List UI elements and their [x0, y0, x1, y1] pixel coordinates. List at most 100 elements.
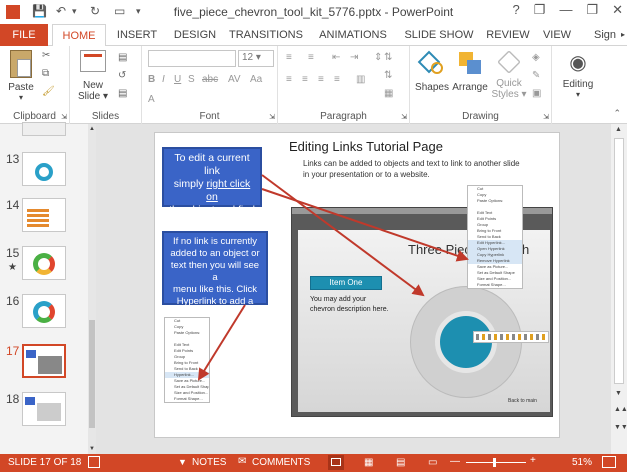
text-direction-icon[interactable]: ⇅	[384, 52, 392, 63]
section-icon[interactable]: ▤	[118, 88, 127, 99]
comments-button[interactable]: COMMENTS	[252, 457, 310, 468]
slide-thumbnail-15[interactable]	[22, 246, 66, 280]
align-center-icon[interactable]: ≡	[302, 74, 308, 85]
slide-thumbnail-13[interactable]	[22, 152, 66, 186]
previous-slide-icon[interactable]: ▲▲	[614, 406, 627, 413]
thumbnail-scroll-thumb[interactable]	[89, 320, 95, 428]
slide-show-icon[interactable]: ▭	[428, 457, 437, 468]
tab-insert[interactable]: INSERT	[110, 24, 164, 46]
columns-icon[interactable]: ▥	[356, 74, 365, 85]
underline-icon[interactable]: U	[174, 74, 181, 85]
tab-review[interactable]: REVIEW	[484, 24, 532, 46]
tab-sign-in[interactable]: Sign	[590, 24, 620, 46]
comments-icon[interactable]: ✉	[238, 456, 246, 467]
slide-thumbnail-14[interactable]	[22, 198, 66, 232]
tab-file[interactable]: FILE	[0, 24, 48, 46]
zoom-slider[interactable]	[466, 462, 526, 463]
paste-button[interactable]: Paste ▾	[6, 50, 36, 102]
font-launcher-icon[interactable]: ⇲	[269, 113, 275, 121]
tab-animations[interactable]: ANIMATIONS	[312, 24, 394, 46]
char-spacing-icon[interactable]: AV	[228, 74, 241, 85]
quick-styles-button[interactable]: Quick Styles ▾	[490, 50, 528, 100]
ribbon-display-icon[interactable]: ❐	[534, 2, 546, 18]
justify-icon[interactable]: ≡	[334, 74, 340, 85]
reset-icon[interactable]: ↺	[118, 70, 126, 81]
copy-icon[interactable]: ⧉	[42, 68, 49, 79]
italic-icon[interactable]: I	[162, 74, 165, 85]
font-color-icon[interactable]: A	[148, 94, 155, 105]
slide-thumbnail-18[interactable]	[22, 392, 66, 426]
slide-thumbnail-12[interactable]	[22, 122, 66, 136]
slide[interactable]: Editing Links Tutorial Page Links can be…	[154, 132, 560, 438]
clipboard-launcher-icon[interactable]: ⇲	[61, 113, 67, 121]
next-slide-icon[interactable]: ▼▼	[614, 424, 627, 431]
zoom-slider-thumb[interactable]	[493, 458, 496, 467]
canvas-scroll-thumb[interactable]	[614, 138, 624, 384]
notes-icon[interactable]: ▼	[178, 457, 187, 467]
tab-design[interactable]: DESIGN	[168, 24, 222, 46]
shape-fill-icon[interactable]: ◈	[532, 52, 540, 63]
font-size-field[interactable]: 12 ▾	[238, 50, 274, 67]
clipboard-group: Paste ▾ ✂ ⧉ 🖌 Clipboard ⇲	[0, 46, 70, 124]
normal-view-icon[interactable]	[328, 455, 344, 470]
editing-button[interactable]: ◉ Editing ▾	[556, 50, 600, 99]
arrow-to-edit-hyperlink	[261, 188, 469, 262]
collapse-ribbon-icon[interactable]: ⌃	[613, 108, 621, 119]
new-slide-button[interactable]: New Slide ▾	[76, 50, 110, 102]
tab-transitions[interactable]: TRANSITIONS	[226, 24, 306, 46]
change-case-icon[interactable]: Aa	[250, 74, 262, 85]
tab-home[interactable]: HOME	[52, 24, 106, 47]
shadow-icon[interactable]: S	[188, 74, 195, 85]
shape-effects-icon[interactable]: ▣	[532, 88, 541, 99]
slide-sorter-icon[interactable]: ▦	[364, 457, 373, 468]
minimize-button[interactable]: —	[559, 2, 572, 18]
cut-icon[interactable]: ✂	[42, 50, 50, 61]
increase-indent-icon[interactable]: ⇥	[350, 52, 358, 63]
scroll-up-icon[interactable]: ▲	[89, 126, 95, 132]
paragraph-launcher-icon[interactable]: ⇲	[401, 113, 407, 121]
help-icon[interactable]: ?	[513, 2, 520, 18]
format-painter-icon[interactable]: 🖌	[42, 86, 55, 97]
fit-to-window-icon[interactable]	[602, 456, 616, 468]
shape-outline-icon[interactable]: ✎	[532, 70, 540, 81]
shapes-button[interactable]: Shapes	[414, 50, 450, 93]
reading-view-icon[interactable]: ▤	[396, 457, 405, 468]
drawing-launcher-icon[interactable]: ⇲	[543, 113, 549, 121]
thumbnail-number: 13	[6, 152, 20, 166]
align-right-icon[interactable]: ≡	[318, 74, 324, 85]
tab-view[interactable]: VIEW	[538, 24, 576, 46]
smartart-icon[interactable]: ▦	[384, 88, 393, 99]
bold-icon[interactable]: B	[148, 74, 155, 85]
layout-icon[interactable]: ▤	[118, 52, 127, 63]
align-left-icon[interactable]: ≡	[286, 74, 292, 85]
zoom-in-icon[interactable]: +	[530, 455, 536, 466]
slide-counter[interactable]: SLIDE 17 OF 18	[8, 457, 81, 468]
spelling-icon[interactable]	[88, 456, 100, 468]
scroll-up-icon[interactable]: ▲	[615, 126, 622, 133]
decrease-indent-icon[interactable]: ⇤	[332, 52, 340, 63]
thumbnail-scrollbar[interactable]: ▲ ▼	[88, 124, 96, 454]
align-text-icon[interactable]: ⇅	[384, 70, 392, 81]
drawing-group: Shapes Arrange Quick Styles ▾ ◈ ✎ ▣ Draw…	[410, 46, 552, 124]
zoom-level[interactable]: 51%	[572, 457, 592, 468]
numbering-icon[interactable]: ≡	[308, 52, 314, 63]
close-button[interactable]: ✕	[612, 2, 623, 18]
scroll-down-icon[interactable]: ▼	[615, 390, 622, 397]
canvas-scrollbar[interactable]: ▲ ▼ ▲▲ ▼▼	[611, 124, 627, 454]
tab-slide-show[interactable]: SLIDE SHOW	[400, 24, 478, 46]
scroll-down-icon[interactable]: ▼	[89, 446, 95, 452]
zoom-out-icon[interactable]: —	[450, 456, 460, 467]
slide-thumbnail-17-selected[interactable]	[22, 344, 66, 378]
bullets-icon[interactable]: ≡	[286, 52, 292, 63]
notes-button[interactable]: NOTES	[192, 457, 226, 468]
status-bar: SLIDE 17 OF 18 ▼ NOTES ✉ COMMENTS ▦ ▤ ▭ …	[0, 454, 627, 472]
font-name-field[interactable]	[148, 50, 236, 67]
line-spacing-icon[interactable]: ⇕	[374, 52, 382, 63]
slide-thumbnail-16[interactable]	[22, 294, 66, 328]
strikethrough-icon[interactable]: abc	[202, 74, 218, 85]
arrange-button[interactable]: Arrange	[450, 50, 490, 93]
paragraph-group: ≡ ≡ ⇤ ⇥ ⇕ ≡ ≡ ≡ ≡ ▥ ⇅ ⇅ ▦ Paragraph ⇲	[278, 46, 410, 124]
animation-star-icon: ★	[8, 262, 17, 273]
restore-button[interactable]: ❐	[586, 2, 598, 18]
tabs-scroll-icon[interactable]: ▸	[619, 24, 627, 46]
